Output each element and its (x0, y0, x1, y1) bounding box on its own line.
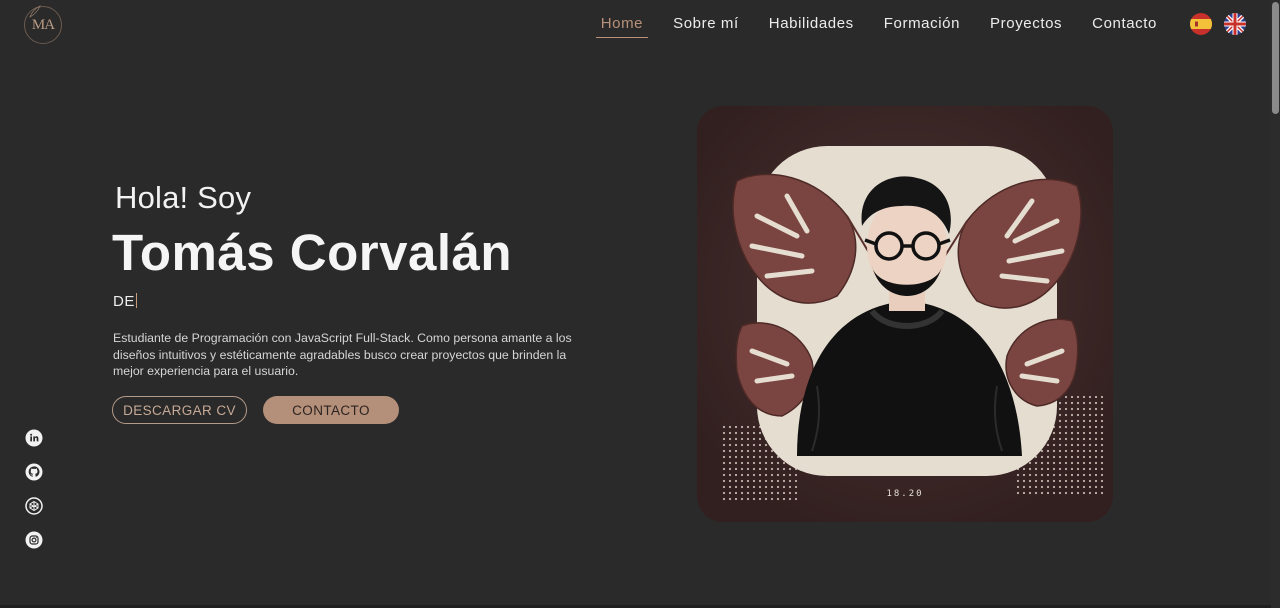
profile-illustration: 18.20 (697, 106, 1113, 522)
nav-link-home[interactable]: Home (595, 9, 649, 40)
codepen-icon[interactable] (25, 497, 43, 515)
logo-text: MA (31, 16, 55, 33)
nav-link-sobre-mi[interactable]: Sobre mí (668, 9, 744, 40)
page-scrollbar[interactable] (1271, 0, 1280, 608)
linkedin-icon[interactable] (25, 429, 43, 447)
contact-button[interactable]: CONTACTO (263, 396, 399, 424)
nav-link-habilidades[interactable]: Habilidades (764, 9, 859, 40)
github-icon[interactable] (25, 463, 43, 481)
uk-flag-icon[interactable] (1224, 13, 1246, 35)
typing-cursor (135, 293, 137, 308)
instagram-icon[interactable] (25, 531, 43, 549)
nav-link-contacto[interactable]: Contacto (1087, 9, 1162, 40)
site-logo[interactable]: MA (24, 5, 62, 44)
typing-role: DE (113, 293, 137, 310)
typing-role-text: DE (113, 293, 135, 310)
language-switcher (1190, 13, 1246, 35)
hero-name: Tomás Corvalán (112, 224, 513, 281)
avatar-illustration (697, 106, 1113, 522)
download-cv-button[interactable]: DESCARGAR CV (112, 396, 247, 424)
illustration-caption: 18.20 (886, 489, 924, 499)
spain-flag-icon[interactable] (1190, 13, 1212, 35)
main-nav: Home Sobre mí Habilidades Formación Proy… (576, 0, 1162, 48)
leaf-icon (29, 5, 41, 18)
hero-description: Estudiante de Programación con JavaScrip… (113, 331, 572, 378)
social-links (25, 429, 43, 549)
scrollbar-thumb[interactable] (1272, 2, 1279, 114)
nav-link-proyectos[interactable]: Proyectos (985, 9, 1067, 40)
hero-greeting: Hola! Soy (115, 180, 252, 215)
nav-link-formacion[interactable]: Formación (879, 9, 965, 40)
